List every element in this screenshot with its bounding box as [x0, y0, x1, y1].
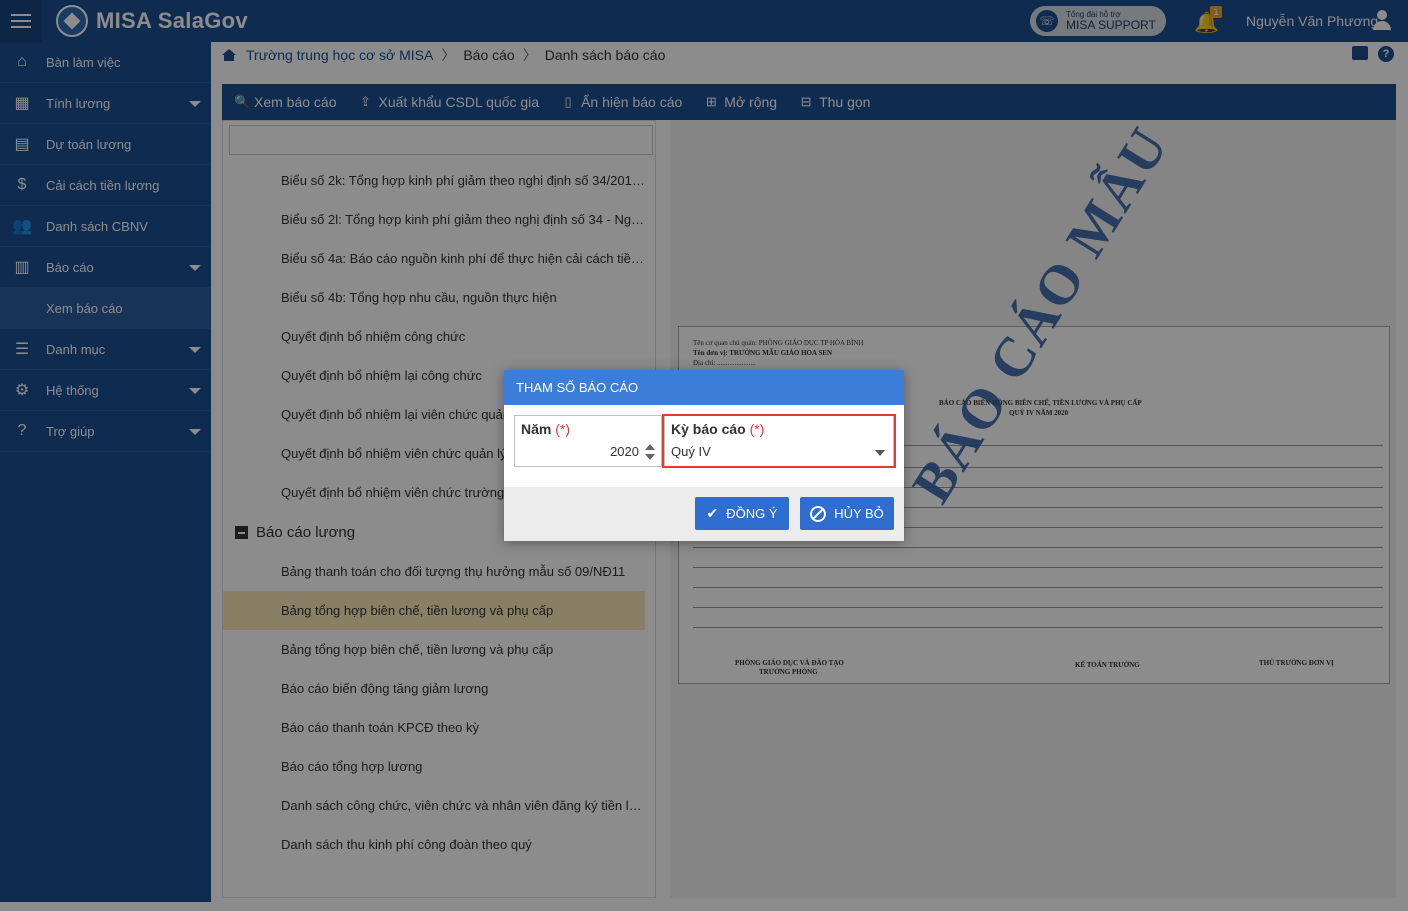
cancel-icon	[810, 505, 827, 522]
cancel-button[interactable]: HỦY BỎ	[800, 497, 894, 530]
ok-button[interactable]: ✔ ĐỒNG Ý	[695, 497, 789, 530]
spinner-up-icon[interactable]	[645, 444, 655, 450]
check-icon: ✔	[706, 505, 719, 521]
year-value[interactable]: 2020	[610, 444, 639, 459]
dialog-body: Năm (*) 2020 Kỳ báo cáo (*) Quý IV	[504, 405, 904, 487]
spinner-down-icon[interactable]	[645, 454, 655, 460]
ok-label: ĐỒNG Ý	[726, 506, 778, 521]
year-label: Năm (*)	[521, 421, 571, 437]
highlight-frame	[662, 414, 896, 468]
report-params-dialog: THAM SỐ BÁO CÁO Năm (*) 2020 Kỳ báo cáo …	[504, 370, 904, 541]
year-field[interactable]: Năm (*) 2020	[514, 415, 662, 467]
dialog-title: THAM SỐ BÁO CÁO	[504, 370, 904, 405]
cancel-label: HỦY BỎ	[834, 506, 884, 521]
dialog-footer: ✔ ĐỒNG Ý HỦY BỎ	[504, 487, 904, 541]
